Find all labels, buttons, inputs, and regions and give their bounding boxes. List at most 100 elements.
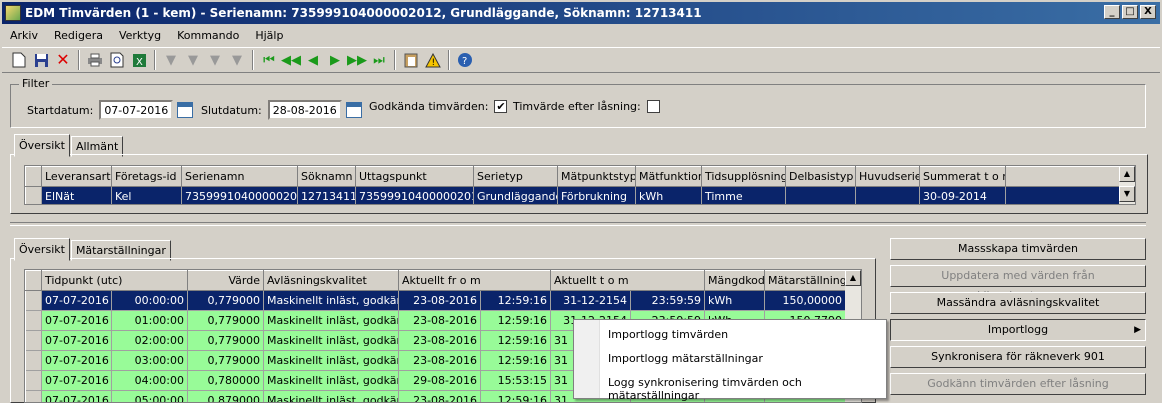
cell-from-time[interactable]: 12:59:16 xyxy=(480,390,552,402)
row-selector[interactable] xyxy=(25,370,42,391)
column-header[interactable]: Summerat t o m xyxy=(919,166,1006,187)
new-icon[interactable] xyxy=(8,49,30,71)
cell-from-date[interactable]: 23-08-2016 xyxy=(398,290,482,311)
cell[interactable]: Kel xyxy=(111,186,182,204)
mass-create-button[interactable]: Massskapa timvärden xyxy=(890,238,1146,260)
column-header[interactable]: Delbasistyp xyxy=(785,166,856,187)
cell-date[interactable]: 07-07-2016 xyxy=(41,370,112,391)
column-header[interactable]: Tidpunkt (utc) xyxy=(40,270,189,291)
cell-value[interactable]: 0,879000 xyxy=(187,390,265,402)
scroll-down-icon[interactable]: ▼ xyxy=(1119,186,1135,202)
approve-after-lock-button[interactable]: Godkänn timvärden efter låsning xyxy=(890,373,1146,395)
table-row[interactable]: ElNät Kel 735999104000002012 12713411 73… xyxy=(25,186,1122,204)
cell[interactable] xyxy=(785,186,856,204)
cell-unit[interactable]: kWh xyxy=(704,290,766,311)
cell-value[interactable]: 0,779000 xyxy=(187,290,265,311)
menu-item-import-log-readings[interactable]: Importlogg mätarställningar xyxy=(608,352,763,365)
menu-arkiv[interactable]: Arkiv xyxy=(2,29,46,42)
cell-quality[interactable]: Maskinellt inläst, godkänt xyxy=(263,330,400,351)
mass-change-quality-button[interactable]: Massändra avläsningskvalitet xyxy=(890,292,1146,314)
paste-icon[interactable] xyxy=(400,49,422,71)
cell[interactable]: kWh xyxy=(635,186,702,204)
first-record-icon[interactable]: ⏮ xyxy=(258,49,280,71)
import-log-button[interactable]: Importlogg ▶ xyxy=(890,319,1146,341)
cell-meter-reading[interactable]: 150,00000 xyxy=(764,290,847,311)
cell-date[interactable]: 07-07-2016 xyxy=(41,330,112,351)
cell[interactable] xyxy=(855,186,920,204)
after-lock-checkbox[interactable] xyxy=(646,100,660,113)
column-header[interactable]: Leveransart xyxy=(41,166,112,187)
cell[interactable]: Timme xyxy=(701,186,786,204)
column-header[interactable]: Företags-id xyxy=(111,166,182,187)
menu-hjalp[interactable]: Hjälp xyxy=(247,29,291,42)
cell[interactable]: 30-09-2014 xyxy=(919,186,1006,204)
column-header[interactable]: Huvudserie xyxy=(855,166,920,187)
cell-from-time[interactable]: 12:59:16 xyxy=(480,290,552,311)
row-selector[interactable] xyxy=(25,290,42,311)
column-header[interactable]: Värde xyxy=(187,270,265,291)
sync-counter-button[interactable]: Synkronisera för räkneverk 901 xyxy=(890,346,1146,368)
cell-quality[interactable]: Maskinellt inläst, godkänt xyxy=(263,390,400,402)
row-selector[interactable] xyxy=(25,330,42,351)
next-record-icon[interactable]: ▶ xyxy=(324,49,346,71)
maximize-button[interactable]: □ xyxy=(1122,5,1138,19)
cell[interactable]: 735999104000002012 xyxy=(181,186,298,204)
calendar-icon[interactable] xyxy=(345,102,362,118)
print-preview-icon[interactable] xyxy=(106,49,128,71)
help-icon[interactable]: ? xyxy=(454,49,476,71)
menu-verktyg[interactable]: Verktyg xyxy=(111,29,169,42)
row-selector[interactable] xyxy=(25,310,42,331)
scroll-up-icon[interactable]: ▲ xyxy=(1119,166,1135,182)
cell-date[interactable]: 07-07-2016 xyxy=(41,350,112,371)
column-header[interactable]: Serienamn xyxy=(181,166,298,187)
advanced-filter-icon[interactable]: ▼ xyxy=(204,49,226,71)
cell-quality[interactable]: Maskinellt inläst, godkänt xyxy=(263,350,400,371)
cell[interactable]: ElNät xyxy=(41,186,112,204)
delete-icon[interactable]: ✕ xyxy=(52,49,74,71)
column-header[interactable]: Uttagspunkt xyxy=(355,166,474,187)
menu-item-import-log-hours[interactable]: Importlogg timvärden xyxy=(608,328,728,341)
column-header[interactable]: Aktuellt fr o m xyxy=(398,270,552,291)
start-date-input[interactable]: 07-07-2016 xyxy=(99,100,174,120)
cell-time[interactable]: 03:00:00 xyxy=(111,350,189,371)
cell-time[interactable]: 00:00:00 xyxy=(111,290,189,311)
cell-time[interactable]: 01:00:00 xyxy=(111,310,189,331)
row-selector[interactable] xyxy=(25,350,42,371)
column-header[interactable]: Mätpunktstyp xyxy=(557,166,636,187)
scroll-up-icon[interactable]: ▲ xyxy=(845,270,861,286)
calendar-icon[interactable] xyxy=(177,102,194,118)
cell-value[interactable]: 0,779000 xyxy=(187,310,265,331)
excel-export-icon[interactable]: X xyxy=(128,49,150,71)
cell-date[interactable]: 07-07-2016 xyxy=(41,310,112,331)
column-header[interactable]: Avläsningskvalitet xyxy=(263,270,400,291)
warning-icon[interactable]: ! xyxy=(422,49,444,71)
cell-from-date[interactable]: 23-08-2016 xyxy=(398,350,482,371)
cell[interactable]: Grundläggande xyxy=(473,186,558,204)
tab-oversikt-bottom[interactable]: Översikt xyxy=(14,238,70,261)
menu-redigera[interactable]: Redigera xyxy=(46,29,111,42)
cell-from-time[interactable]: 12:59:16 xyxy=(480,310,552,331)
next-page-icon[interactable]: ▶▶ xyxy=(346,49,368,71)
cell-from-time[interactable]: 15:53:15 xyxy=(480,370,552,391)
cell-date[interactable]: 07-07-2016 xyxy=(41,390,112,402)
cell-value[interactable]: 0,780000 xyxy=(187,370,265,391)
cell-quality[interactable]: Maskinellt inläst, godkänt xyxy=(263,290,400,311)
remove-filter-icon[interactable]: ▼ xyxy=(226,49,248,71)
cell[interactable]: 735999104000002012 xyxy=(355,186,474,204)
splitter[interactable] xyxy=(10,222,1146,226)
filter-icon[interactable]: ▼ xyxy=(160,49,182,71)
cell-from-date[interactable]: 23-08-2016 xyxy=(398,330,482,351)
column-header[interactable]: Serietyp xyxy=(473,166,558,187)
last-record-icon[interactable]: ⏭ xyxy=(368,49,390,71)
prev-page-icon[interactable]: ◀◀ xyxy=(280,49,302,71)
cell-from-time[interactable]: 12:59:16 xyxy=(480,350,552,371)
print-icon[interactable] xyxy=(84,49,106,71)
cell-from-date[interactable]: 23-08-2016 xyxy=(398,390,482,402)
cell-time[interactable]: 04:00:00 xyxy=(111,370,189,391)
save-icon[interactable] xyxy=(30,49,52,71)
cell[interactable]: 12713411 xyxy=(297,186,356,204)
end-date-input[interactable]: 28-08-2016 xyxy=(267,100,342,120)
row-selector[interactable] xyxy=(25,186,42,204)
cell-to-time[interactable]: 23:59:59 xyxy=(630,290,706,311)
column-header[interactable]: Tidsupplösning xyxy=(701,166,786,187)
